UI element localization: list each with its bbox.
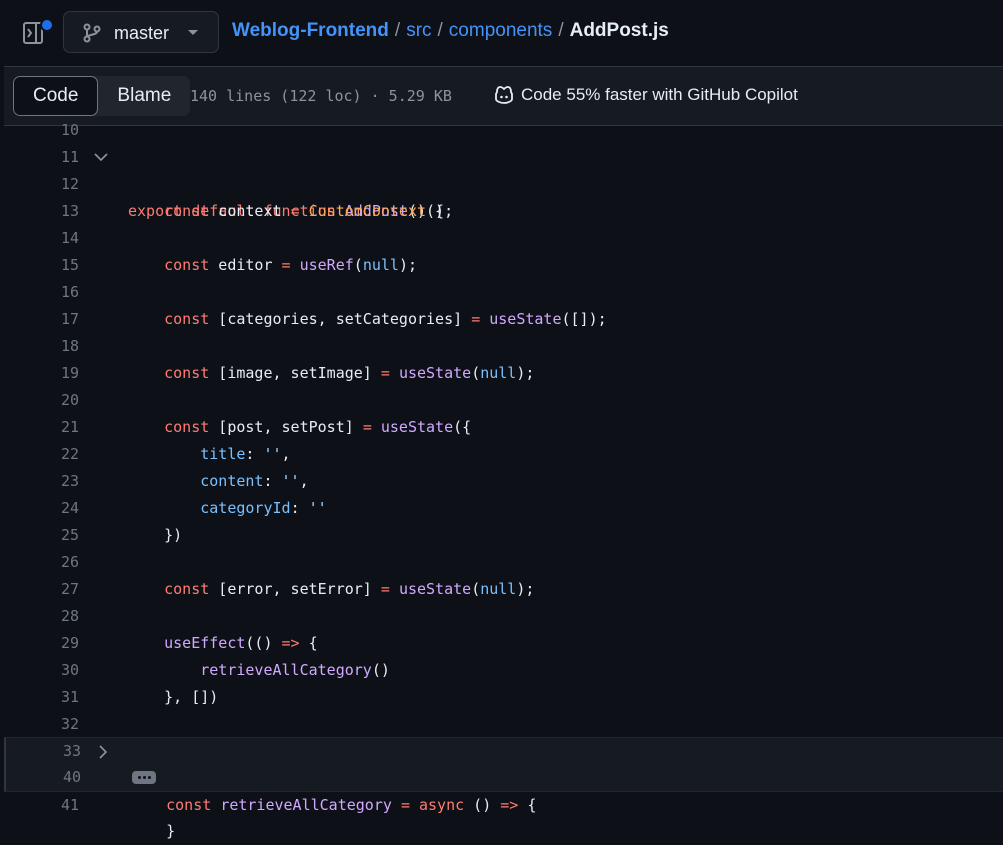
line-number[interactable]: 30 — [4, 657, 79, 684]
line-number[interactable]: 33 — [6, 738, 81, 765]
code-viewer: 10 11 export default function AddPost() … — [4, 121, 1003, 840]
code-line: 12 — [4, 171, 1003, 198]
code-line: 22 title: '', — [4, 441, 1003, 468]
file-stats: 140 lines (122 loc) · 5.29 KB — [190, 87, 452, 105]
sidebar-toggle-button[interactable] — [22, 18, 54, 48]
code-line: 31 }, []) — [4, 684, 1003, 711]
code-line: 28 — [4, 603, 1003, 630]
copilot-icon — [495, 86, 513, 104]
copilot-promo-text: Code 55% faster with GitHub Copilot — [521, 85, 798, 104]
code-line-folded: 40 } — [4, 764, 1003, 840]
code-text: }) — [128, 526, 183, 544]
line-number[interactable]: 11 — [4, 144, 79, 171]
code-text: const [post, setPost] = useState({ — [164, 418, 472, 436]
code-line: 25 }) — [4, 522, 1003, 549]
code-text: categoryId: '' — [200, 499, 327, 517]
code-line: 23 content: '', — [4, 468, 1003, 495]
line-number[interactable]: 24 — [4, 495, 79, 522]
code-text: const context = CustomContext(); — [164, 202, 454, 220]
code-line-folded: 33 const retrieveAllCategory = async () … — [4, 737, 1003, 814]
code-line: 18 — [4, 333, 1003, 360]
code-text: retrieveAllCategory() — [200, 661, 390, 679]
breadcrumb-separator: / — [437, 20, 443, 41]
line-number[interactable]: 21 — [4, 414, 79, 441]
line-number[interactable]: 31 — [4, 684, 79, 711]
code-line: 15 const editor = useRef(null); — [4, 252, 1003, 279]
line-number[interactable]: 28 — [4, 603, 79, 630]
line-number[interactable]: 41 — [4, 792, 79, 819]
code-line: 19 const [image, setImage] = useState(nu… — [4, 360, 1003, 387]
code-text: const [error, setError] = useState(null)… — [164, 580, 535, 598]
code-text: const [categories, setCategories] = useS… — [164, 310, 607, 328]
code-text: useEffect(() => { — [164, 634, 318, 652]
view-mode-toggle: Code Blame — [13, 76, 191, 116]
breadcrumb-components-link[interactable]: components — [449, 20, 553, 41]
line-number[interactable]: 25 — [4, 522, 79, 549]
line-number[interactable]: 29 — [4, 630, 79, 657]
code-line: 21 const [post, setPost] = useState({ — [4, 414, 1003, 441]
breadcrumb: Weblog-Frontend / src / components / AddPost.j… — [232, 20, 669, 42]
line-number[interactable]: 12 — [4, 171, 79, 198]
line-number[interactable]: 14 — [4, 225, 79, 252]
code-text: const editor = useRef(null); — [164, 256, 417, 274]
line-number[interactable]: 23 — [4, 468, 79, 495]
line-number[interactable]: 32 — [4, 711, 79, 738]
code-line: 30 retrieveAllCategory() — [4, 657, 1003, 684]
code-line: 41 — [4, 792, 1003, 819]
git-branch-icon — [83, 23, 101, 43]
code-line: 14 — [4, 225, 1003, 252]
copilot-promo[interactable]: Code 55% faster with GitHub Copilot — [493, 84, 798, 105]
branch-selector[interactable]: master — [63, 11, 219, 53]
code-text: title: '', — [200, 445, 291, 463]
breadcrumb-separator: / — [394, 20, 401, 41]
line-number[interactable]: 20 — [4, 387, 79, 414]
notification-dot — [40, 18, 54, 32]
line-number[interactable]: 22 — [4, 441, 79, 468]
chevron-down-icon[interactable] — [92, 144, 110, 171]
code-text: }, []) — [128, 688, 219, 706]
code-line: 16 — [4, 279, 1003, 306]
tab-code[interactable]: Code — [13, 76, 99, 116]
line-number[interactable]: 10 — [4, 117, 79, 144]
code-line: 17 const [categories, setCategories] = u… — [4, 306, 1003, 333]
branch-name: master — [114, 23, 170, 43]
code-line: 11 export default function AddPost() { — [4, 144, 1003, 220]
code-text: const [image, setImage] = useState(null)… — [164, 364, 535, 382]
line-number[interactable]: 19 — [4, 360, 79, 387]
line-number[interactable]: 27 — [4, 576, 79, 603]
breadcrumb-repo-link[interactable]: Weblog-Frontend — [232, 20, 389, 41]
line-number[interactable]: 40 — [6, 764, 81, 791]
code-text: } — [130, 822, 176, 840]
tab-blame[interactable]: Blame — [98, 76, 190, 116]
line-number[interactable]: 18 — [4, 333, 79, 360]
code-line: 26 — [4, 549, 1003, 576]
code-line: 20 — [4, 387, 1003, 414]
breadcrumb-src-link[interactable]: src — [406, 20, 431, 41]
code-line: 10 — [4, 117, 1003, 144]
line-number[interactable]: 26 — [4, 549, 79, 576]
code-text: content: '', — [200, 472, 309, 490]
line-number[interactable]: 13 — [4, 198, 79, 225]
code-line: 29 useEffect(() => { — [4, 630, 1003, 657]
line-number[interactable]: 17 — [4, 306, 79, 333]
line-number[interactable]: 16 — [4, 279, 79, 306]
breadcrumb-separator: / — [558, 20, 564, 41]
code-line: 24 categoryId: '' — [4, 495, 1003, 522]
code-line: 27 const [error, setError] = useState(nu… — [4, 576, 1003, 603]
line-number[interactable]: 15 — [4, 252, 79, 279]
ellipsis-icon[interactable] — [132, 771, 156, 784]
chevron-down-icon — [188, 30, 198, 35]
code-line: 13 const context = CustomContext(); — [4, 198, 1003, 225]
file-header: master Weblog-Frontend / src / components / Ad… — [0, 0, 1003, 66]
breadcrumb-current-file: AddPost.js — [569, 20, 669, 41]
chevron-right-icon[interactable] — [94, 738, 112, 765]
code-line: 32 — [4, 711, 1003, 738]
